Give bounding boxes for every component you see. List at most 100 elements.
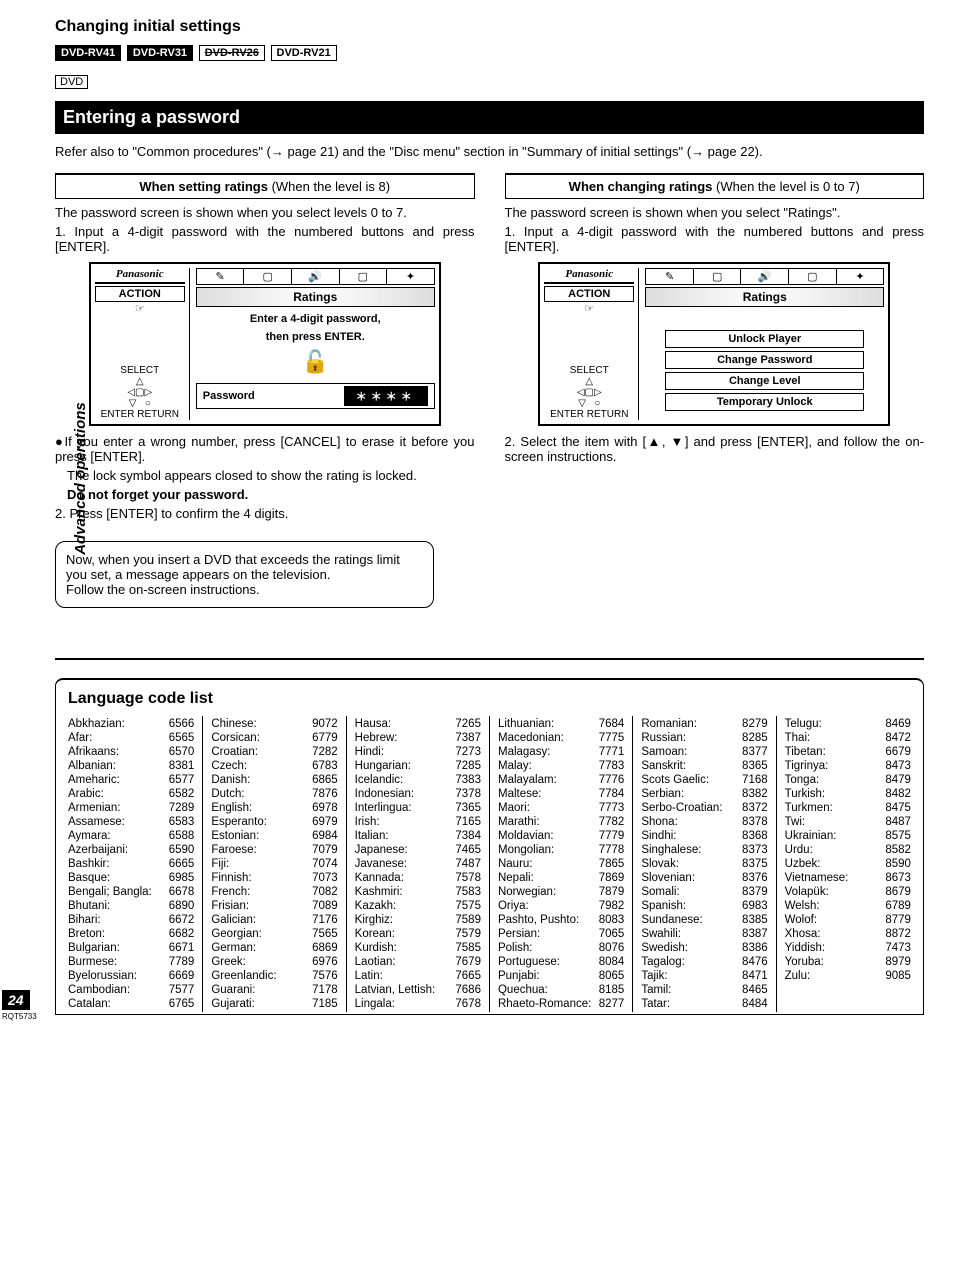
lang-row: Czech:6783 — [211, 760, 337, 772]
lang-row: Bulgarian:6671 — [68, 942, 194, 954]
left-step2: 2. Press [ENTER] to confirm the 4 digits… — [55, 506, 475, 521]
lang-row: Irish:7165 — [355, 816, 481, 828]
left-step1: 1. Input a 4-digit password with the num… — [55, 224, 475, 254]
lang-row: Malay:7783 — [498, 760, 624, 772]
lang-row: Latin:7665 — [355, 970, 481, 982]
lang-row: Japanese:7465 — [355, 844, 481, 856]
lang-row: Moldavian:7779 — [498, 830, 624, 842]
right-step2: 2. Select the item with [▲, ▼] and press… — [505, 434, 925, 464]
opt-change-pw: Change Password — [665, 351, 864, 369]
lang-row: Tajik:8471 — [641, 970, 767, 982]
right-panel-head: When changing ratings (When the level is… — [505, 173, 925, 199]
action-label: ACTION — [544, 286, 634, 302]
side-label: Advanced operations — [72, 402, 89, 555]
lang-row: Serbo-Croatian:8372 — [641, 802, 767, 814]
lang-row: German:6869 — [211, 942, 337, 954]
lang-row: Bashkir:6665 — [68, 858, 194, 870]
lang-row: Samoan:8377 — [641, 746, 767, 758]
lang-row: Interlingua:7365 — [355, 802, 481, 814]
lang-row: Afar:6565 — [68, 732, 194, 744]
lang-row: Turkmen:8475 — [785, 802, 911, 814]
tab-icon: ✦ — [387, 268, 435, 285]
ratings-box: Ratings — [645, 287, 884, 307]
tab-icon: ✦ — [837, 268, 885, 285]
lang-row: Arabic:6582 — [68, 788, 194, 800]
right-intro: The password screen is shown when you se… — [505, 205, 925, 220]
opt-temp-unlock: Temporary Unlock — [665, 393, 864, 411]
lang-row: Scots Gaelic:7168 — [641, 774, 767, 786]
lang-row: Pashto, Pushto:8083 — [498, 914, 624, 926]
lang-row: Gujarati:7185 — [211, 998, 337, 1010]
left-panel-head: When setting ratings (When the level is … — [55, 173, 475, 199]
lang-row: Swahili:8387 — [641, 928, 767, 940]
lang-row: Shona:8378 — [641, 816, 767, 828]
lang-row: Guarani:7178 — [211, 984, 337, 996]
left-bullet: ●If you enter a wrong number, press [CAN… — [55, 434, 475, 464]
lang-row: Kashmiri:7583 — [355, 886, 481, 898]
tab-icon: ▢ — [340, 268, 388, 285]
lang-row: Hungarian:7285 — [355, 760, 481, 772]
lang-row: Tatar:8484 — [641, 998, 767, 1010]
lang-row: Kirghiz:7589 — [355, 914, 481, 926]
lang-row: Uzbek:8590 — [785, 858, 911, 870]
lang-row: Romanian:8279 — [641, 718, 767, 730]
tab-icon: ▢ — [789, 268, 837, 285]
note-box: Now, when you insert a DVD that exceeds … — [55, 541, 434, 608]
lang-row: Spanish:6983 — [641, 900, 767, 912]
lang-box: Language code list Abkhazian:6566Afar:65… — [55, 678, 924, 1015]
refer-text: Refer also to "Common procedures" (→ pag… — [55, 144, 924, 159]
opt-unlock: Unlock Player — [665, 330, 864, 348]
lang-row: Tagalog:8476 — [641, 956, 767, 968]
lang-row: Vietnamese:8673 — [785, 872, 911, 884]
lang-row: Armenian:7289 — [68, 802, 194, 814]
lang-row: Fiji:7074 — [211, 858, 337, 870]
lang-row: Persian:7065 — [498, 928, 624, 940]
lang-row: Quechua:8185 — [498, 984, 624, 996]
dvd-badge: DVD — [55, 75, 88, 89]
lang-row: Tibetan:6679 — [785, 746, 911, 758]
lang-row: Sundanese:8385 — [641, 914, 767, 926]
lang-row: Yiddish:7473 — [785, 942, 911, 954]
lang-row: Albanian:8381 — [68, 760, 194, 772]
right-step1: 1. Input a 4-digit password with the num… — [505, 224, 925, 254]
screen-setting: Panasonic ACTION ☞ SELECT △◁▢▷▽ ○ ENTER … — [89, 262, 441, 426]
lang-row: Javanese:7487 — [355, 858, 481, 870]
lang-row: Hindi:7273 — [355, 746, 481, 758]
lang-row: Danish:6865 — [211, 774, 337, 786]
lang-row: Telugu:8469 — [785, 718, 911, 730]
password-row: Password ＊＊＊＊ — [196, 383, 435, 409]
left-intro: The password screen is shown when you se… — [55, 205, 475, 220]
lang-row: Slovak:8375 — [641, 858, 767, 870]
screen-tabs: ✎ ▢ 🔊 ▢ ✦ — [645, 268, 884, 285]
lang-row: Mongolian:7778 — [498, 844, 624, 856]
screen-tabs: ✎ ▢ 🔊 ▢ ✦ — [196, 268, 435, 285]
lang-row: Maori:7773 — [498, 802, 624, 814]
ratings-box: Ratings — [196, 287, 435, 307]
action-label: ACTION — [95, 286, 185, 302]
lang-row: Bhutani:6890 — [68, 900, 194, 912]
lang-row: Urdu:8582 — [785, 844, 911, 856]
model-row: DVD-RV41 DVD-RV31 DVD-RV26 DVD-RV21 — [55, 44, 924, 61]
select-arrows: SELECT △◁▢▷▽ ○ ENTER RETURN — [544, 365, 634, 420]
lang-title: Language code list — [68, 690, 911, 708]
unlock-icon: 🔓 — [196, 349, 435, 375]
lang-row: Kannada:7578 — [355, 872, 481, 884]
lang-row: Malagasy:7771 — [498, 746, 624, 758]
password-stars: ＊＊＊＊ — [344, 386, 428, 406]
prompt-line2: then press ENTER. — [196, 331, 435, 343]
lang-row: French:7082 — [211, 886, 337, 898]
hand-icon: ☞ — [544, 302, 634, 315]
lang-row: Kurdish:7585 — [355, 942, 481, 954]
lang-row: Finnish:7073 — [211, 872, 337, 884]
lang-row: Latvian, Lettish:7686 — [355, 984, 481, 996]
lang-row: Singhalese:8373 — [641, 844, 767, 856]
lang-row: Frisian:7089 — [211, 900, 337, 912]
lang-row: Lingala:7678 — [355, 998, 481, 1010]
tab-icon: ▢ — [244, 268, 292, 285]
lang-row: Faroese:7079 — [211, 844, 337, 856]
lang-row: Portuguese:8084 — [498, 956, 624, 968]
lang-row: Serbian:8382 — [641, 788, 767, 800]
lang-row: Hausa:7265 — [355, 718, 481, 730]
lang-row: Greenlandic:7576 — [211, 970, 337, 982]
lang-row: Malayalam:7776 — [498, 774, 624, 786]
